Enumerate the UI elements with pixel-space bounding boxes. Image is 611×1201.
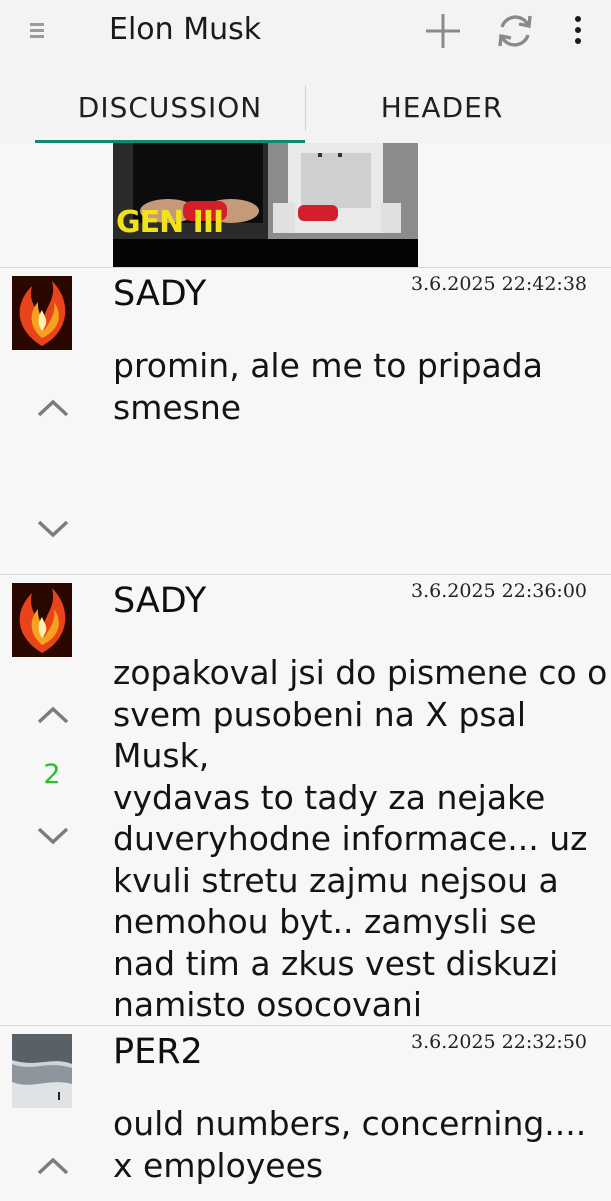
downvote-chevron-down-icon[interactable] xyxy=(34,820,72,850)
tab-divider xyxy=(305,85,306,131)
avatar[interactable] xyxy=(12,1034,72,1108)
avatar[interactable] xyxy=(12,583,72,657)
image-overlay-text: GEN III xyxy=(116,205,224,240)
comment-text: zopakoval jsi do pismene co o svem pusob… xyxy=(113,653,608,1024)
comment-timestamp: 3.6.2025 22:42:38 xyxy=(411,273,587,295)
upvote-chevron-up-icon[interactable] xyxy=(34,700,72,730)
tab-selected-indicator xyxy=(35,140,305,143)
comment-item: SADY 3.6.2025 22:42:38 promin, ale me to… xyxy=(0,267,611,575)
add-icon[interactable] xyxy=(422,10,464,52)
vote-score: 2 xyxy=(43,759,61,790)
comment-timestamp: 3.6.2025 22:32:50 xyxy=(411,1031,587,1053)
comment-author[interactable]: SADY xyxy=(113,274,206,314)
tab-header[interactable]: HEADER xyxy=(307,80,577,143)
comment-timestamp: 3.6.2025 22:36:00 xyxy=(411,580,587,602)
refresh-icon[interactable] xyxy=(494,10,536,52)
more-vert-icon[interactable] xyxy=(557,10,599,52)
downvote-chevron-down-icon[interactable] xyxy=(34,513,72,543)
comment-item: PER2 3.6.2025 22:32:50 ould numbers, con… xyxy=(0,1025,611,1201)
tab-bar: DISCUSSION HEADER xyxy=(0,80,611,143)
page-title: Elon Musk xyxy=(109,12,262,47)
comment-image[interactable]: GEN III xyxy=(113,143,418,267)
app-bar: Elon Musk DISCUSSION HEADER xyxy=(0,0,611,143)
comment-text: ould numbers, concerning.... x employees xyxy=(113,1104,587,1185)
comment-author[interactable]: PER2 xyxy=(113,1032,203,1072)
upvote-chevron-up-icon[interactable] xyxy=(34,393,72,423)
avatar[interactable] xyxy=(12,276,72,350)
upvote-chevron-up-icon[interactable] xyxy=(34,1151,72,1181)
comment-author[interactable]: SADY xyxy=(113,581,206,621)
tab-discussion[interactable]: DISCUSSION xyxy=(35,80,305,143)
comment-item: SADY 3.6.2025 22:36:00 zopakoval jsi do … xyxy=(0,574,611,1026)
menu-icon[interactable] xyxy=(26,19,48,43)
previous-comment-image-area: GEN III xyxy=(0,143,611,267)
comment-text: promin, ale me to pripada smesne xyxy=(113,346,543,427)
